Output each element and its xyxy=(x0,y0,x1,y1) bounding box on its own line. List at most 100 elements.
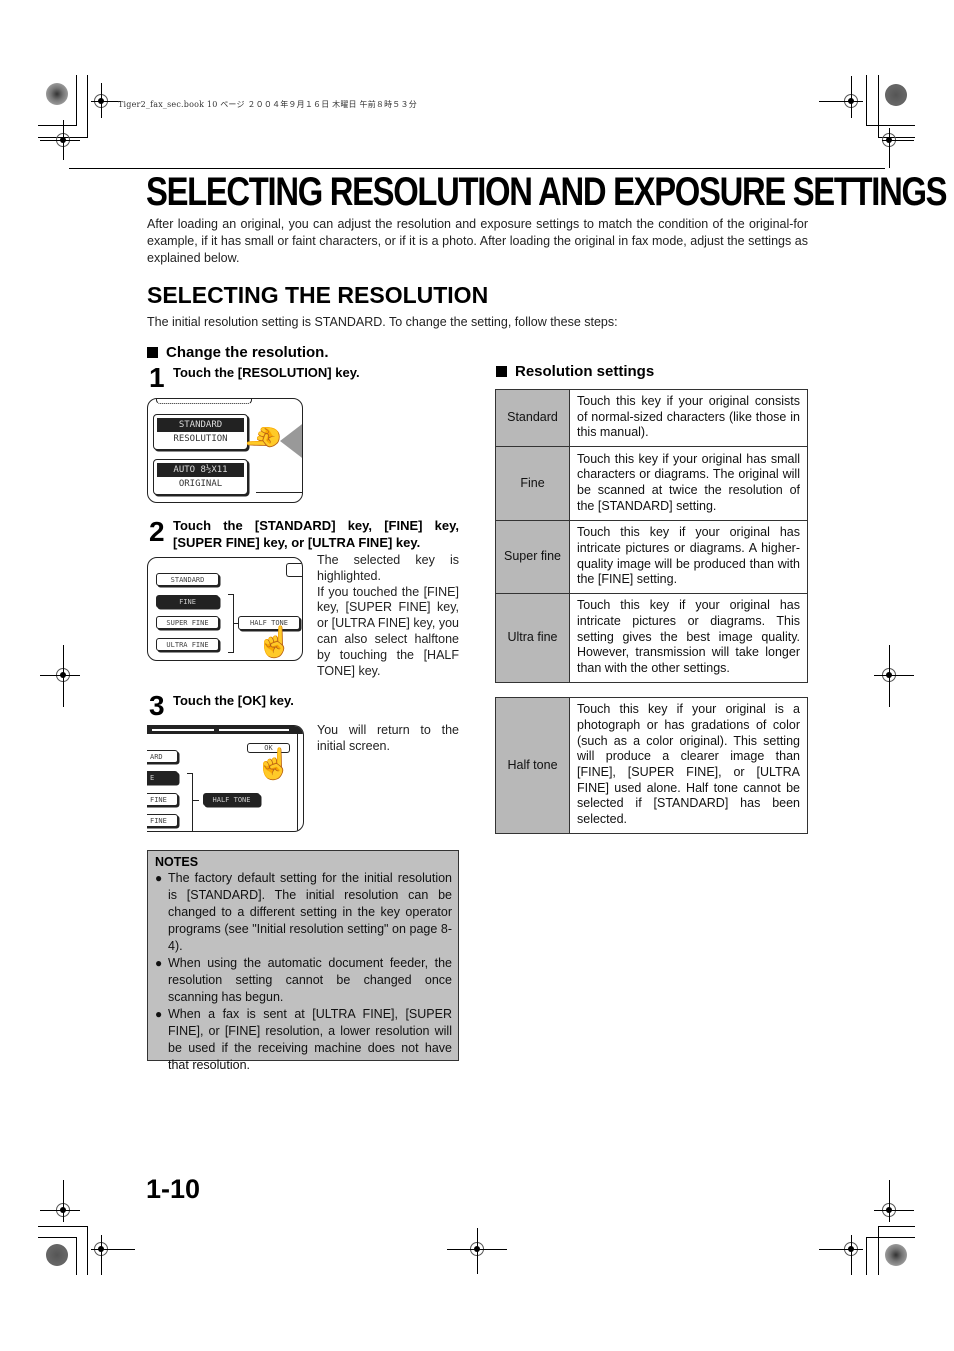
table-row: Ultra fine Touch this key if your origin… xyxy=(495,593,808,683)
crop-mark xyxy=(878,1226,915,1227)
touch-screen-illustration: STANDARD FINE SUPER FINE ULTRA FINE HALF… xyxy=(147,557,303,661)
section-title: SELECTING THE RESOLUTION xyxy=(147,282,489,308)
crop-mark xyxy=(91,1249,135,1250)
halftone-table: Half tone Touch this key if your origina… xyxy=(495,697,808,834)
crop-mark xyxy=(87,75,88,137)
print-header-meta: Tiger2_fax_sec.book 10 ページ ２００４年９月１６日 木曜… xyxy=(118,100,417,109)
resolution-key[interactable]: STANDARD RESOLUTION xyxy=(153,414,248,450)
key-group-bracket xyxy=(187,773,193,831)
step-description: You will return to the initial screen. xyxy=(317,723,459,753)
crop-mark xyxy=(38,1226,88,1227)
crop-mark xyxy=(851,76,852,118)
setting-description: Touch this key if your original has intr… xyxy=(569,593,808,683)
step-instruction: Touch the [RESOLUTION] key. xyxy=(173,365,360,380)
registration-disc-icon xyxy=(46,83,68,105)
step-description-line: If you touched the [FINE] key, [SUPER FI… xyxy=(317,584,459,678)
highlight-wedge xyxy=(280,421,302,461)
crop-mark xyxy=(40,1210,80,1211)
crop-mark xyxy=(889,645,890,707)
note-text: The factory default setting for the init… xyxy=(168,871,452,953)
ultra-fine-key[interactable]: FINE xyxy=(147,814,178,827)
crop-mark xyxy=(477,1228,478,1274)
note-text: When a fax is sent at [ULTRA FINE], [SUP… xyxy=(168,1007,452,1072)
table-row: Super fine Touch this key if your origin… xyxy=(495,520,808,594)
setting-label: Half tone xyxy=(495,697,570,834)
crop-mark xyxy=(76,1237,77,1275)
crop-mark xyxy=(866,125,915,126)
crop-mark xyxy=(69,168,885,169)
ultra-fine-key[interactable]: ULTRA FINE xyxy=(156,638,219,651)
registration-disc-icon xyxy=(885,1244,907,1266)
pointing-hand-icon: ☝ xyxy=(247,419,281,457)
super-fine-key[interactable]: FINE xyxy=(147,793,178,806)
bullet-icon: ● xyxy=(155,956,163,970)
original-value: AUTO 8½X11 xyxy=(157,463,244,477)
setting-description: Touch this key if your original has intr… xyxy=(569,520,808,594)
crop-mark xyxy=(866,1237,867,1275)
crop-mark xyxy=(91,101,121,102)
procedure-heading-text: Change the resolution. xyxy=(166,344,329,361)
crop-mark xyxy=(874,675,914,676)
crop-mark xyxy=(101,83,102,118)
registration-disc-icon xyxy=(885,84,907,106)
page-title: SELECTING RESOLUTION AND EXPOSURE SETTIN… xyxy=(146,170,948,214)
crop-mark xyxy=(76,75,77,125)
side-tab xyxy=(286,563,302,577)
crop-mark xyxy=(878,1226,879,1275)
divider xyxy=(256,492,302,493)
note-item: ● The factory default setting for the in… xyxy=(155,870,452,955)
note-item: ● When a fax is sent at [ULTRA FINE], [S… xyxy=(155,1006,452,1074)
crop-mark xyxy=(889,128,890,168)
crop-mark xyxy=(101,1235,102,1275)
original-key[interactable]: AUTO 8½X11 ORIGINAL xyxy=(153,459,248,495)
crop-mark xyxy=(63,1180,64,1222)
registration-disc-icon xyxy=(46,1244,68,1266)
resolution-settings-heading: Resolution settings xyxy=(496,363,654,380)
procedure-heading: Change the resolution. xyxy=(147,344,329,361)
step-instruction: Touch the [OK] key. xyxy=(173,693,294,708)
crop-mark xyxy=(40,675,80,676)
bullet-icon: ● xyxy=(155,871,163,885)
connector xyxy=(193,800,199,801)
step-number: 2 xyxy=(149,516,165,547)
crop-mark xyxy=(40,140,80,141)
touch-screen-illustration: ARD E FINE FINE HALF TONE OK ☝ xyxy=(147,725,304,832)
step-instruction: Touch the [STANDARD] key, [FINE] key, [S… xyxy=(173,518,459,550)
setting-label: Ultra fine xyxy=(495,593,570,683)
title-bar-segment xyxy=(219,729,289,731)
half-tone-key[interactable]: HALF TONE xyxy=(203,793,260,806)
super-fine-key[interactable]: SUPER FINE xyxy=(156,616,219,629)
crop-mark xyxy=(866,75,867,125)
step-description-line: The selected key is highlighted. xyxy=(317,553,459,583)
step-description: The selected key is highlighted. If you … xyxy=(317,553,459,679)
page-intro: After loading an original, you can adjus… xyxy=(147,217,808,265)
table-row: Fine Touch this key if your original has… xyxy=(495,446,808,521)
setting-description: Touch this key if your original is a pho… xyxy=(569,697,808,834)
step-number: 1 xyxy=(149,362,165,393)
table-row: Standard Touch this key if your original… xyxy=(495,389,808,447)
resolution-settings-table: Standard Touch this key if your original… xyxy=(495,389,808,683)
standard-key[interactable]: STANDARD xyxy=(156,573,219,586)
resolution-value: STANDARD xyxy=(157,418,244,432)
crop-mark xyxy=(866,1237,915,1238)
touch-screen-illustration: STANDARD RESOLUTION AUTO 8½X11 ORIGINAL … xyxy=(147,398,303,503)
crop-mark xyxy=(878,75,879,137)
crop-mark xyxy=(87,1226,88,1275)
crop-mark xyxy=(874,1210,914,1211)
page-number: 1-10 xyxy=(146,1174,201,1204)
crop-mark xyxy=(38,1237,77,1238)
crop-mark xyxy=(819,101,863,102)
setting-label: Standard xyxy=(495,389,570,447)
notes-box: NOTES ● The factory default setting for … xyxy=(147,850,459,1072)
crop-mark xyxy=(63,120,64,160)
crop-mark xyxy=(851,1235,852,1275)
crop-mark xyxy=(63,645,64,707)
square-bullet-icon xyxy=(147,347,158,358)
table-row: Half tone Touch this key if your origina… xyxy=(495,697,808,834)
crop-mark xyxy=(819,1249,863,1250)
standard-key[interactable]: ARD xyxy=(147,750,178,763)
crop-mark xyxy=(38,125,77,126)
fine-key[interactable]: FINE xyxy=(156,595,219,608)
square-bullet-icon xyxy=(496,366,507,377)
fine-key[interactable]: E xyxy=(147,771,178,784)
